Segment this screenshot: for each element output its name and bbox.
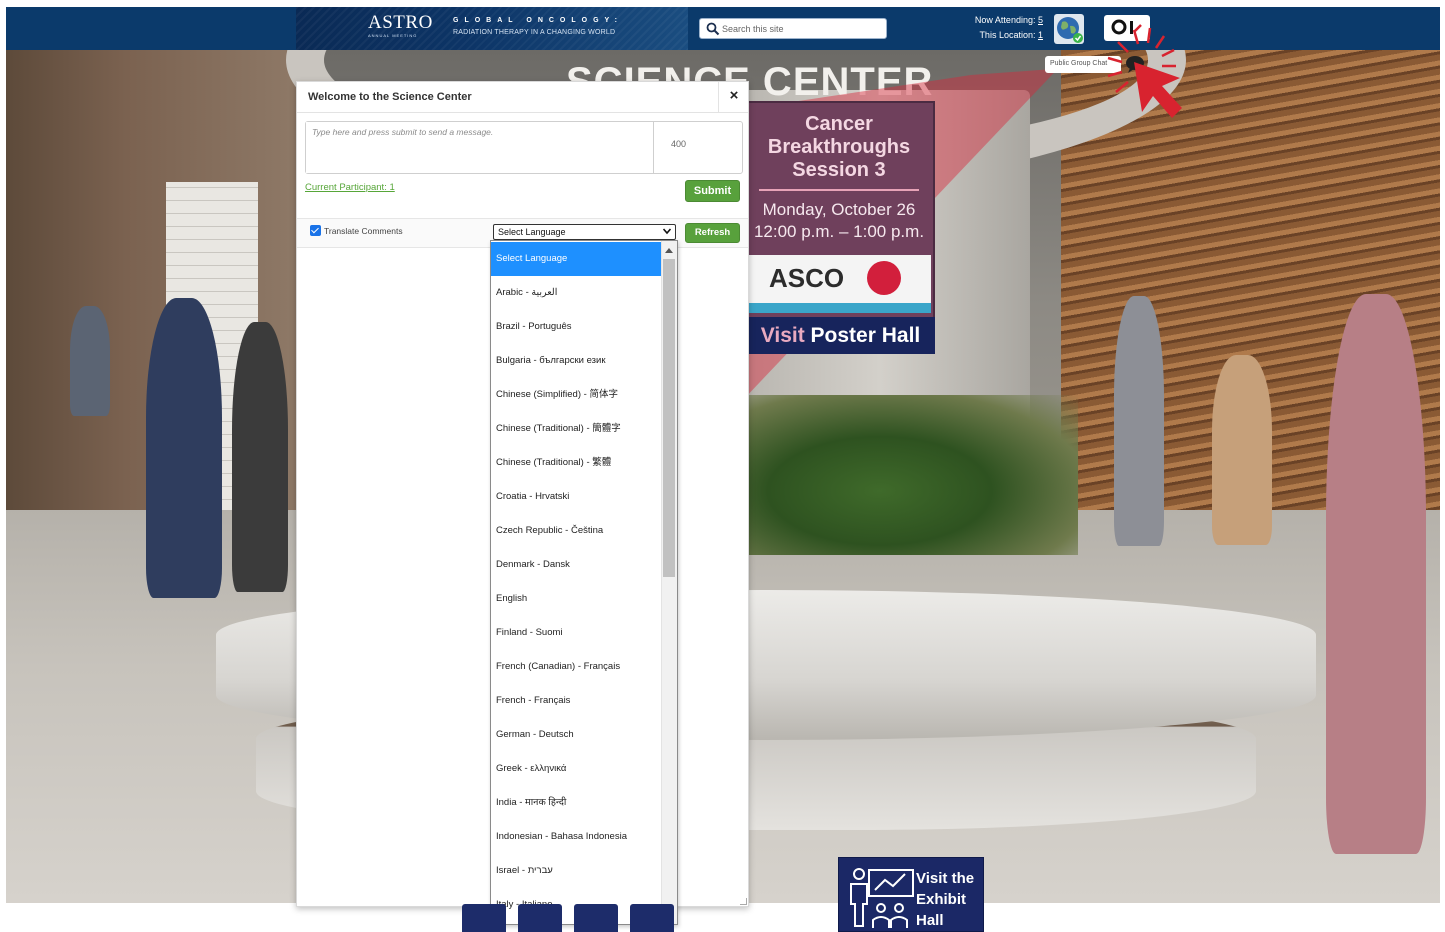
visit-exhibit-hall-button[interactable]: Visit the Exhibit Hall bbox=[838, 857, 984, 932]
meeting-theme-heading: GLOBAL ONCOLOGY: bbox=[453, 17, 624, 24]
virtual-meeting-screen: ASTRO ANNUAL MEETING GLOBAL ONCOLOGY: RA… bbox=[0, 0, 1445, 932]
person-figure bbox=[232, 322, 288, 592]
visit-poster-hall-button[interactable]: Visit Poster Hall bbox=[746, 317, 935, 354]
now-attending-count-link[interactable]: 5 bbox=[1038, 15, 1043, 25]
resize-handle[interactable] bbox=[740, 898, 747, 905]
language-select-value: Select Language bbox=[498, 227, 566, 237]
language-option[interactable]: Bulgaria - български език bbox=[491, 344, 661, 378]
billboard-title-line: Cancer bbox=[805, 113, 873, 135]
translate-comments-checkbox[interactable] bbox=[310, 225, 321, 236]
chevron-down-icon bbox=[663, 228, 671, 235]
bottom-navigation bbox=[462, 904, 682, 932]
presentation-icon[interactable] bbox=[574, 904, 618, 932]
scroll-up-arrow-icon[interactable] bbox=[665, 248, 673, 253]
character-counter: 400 bbox=[653, 122, 742, 173]
billboard-divider bbox=[759, 189, 919, 191]
exhibit-button-label: Visit the Exhibit Hall bbox=[916, 868, 974, 931]
language-option[interactable]: Select Language bbox=[491, 242, 661, 276]
language-option[interactable]: German - Deutsch bbox=[491, 718, 661, 752]
message-input[interactable] bbox=[306, 122, 653, 173]
meeting-theme-subheading: RADIATION THERAPY IN A CHANGING WORLD bbox=[453, 29, 616, 36]
billboard-schedule: Monday, October 26 12:00 p.m. – 1:00 p.m… bbox=[745, 199, 933, 243]
billboard-strip bbox=[749, 303, 931, 313]
language-option[interactable]: French - Français bbox=[491, 684, 661, 718]
person-figure bbox=[1326, 294, 1426, 854]
exhibit-label-line: Visit the bbox=[916, 870, 975, 887]
language-option[interactable]: Croatia - Hrvatski bbox=[491, 480, 661, 514]
planter bbox=[748, 395, 1078, 555]
chat-dialog-title: Welcome to the Science Center bbox=[308, 91, 472, 103]
badge-icon[interactable] bbox=[518, 904, 562, 932]
language-select[interactable]: Select Language bbox=[493, 224, 676, 240]
this-location-count-link[interactable]: 1 bbox=[1038, 30, 1043, 40]
search-icon bbox=[706, 22, 720, 36]
language-option[interactable]: India - मानक हिन्दी bbox=[491, 786, 661, 820]
exhibit-presentation-icon bbox=[850, 868, 914, 928]
person-figure bbox=[1212, 355, 1272, 545]
language-option[interactable]: Arabic - العربية bbox=[491, 276, 661, 310]
language-option[interactable]: Chinese (Traditional) - 繁體 bbox=[491, 446, 661, 480]
exhibit-label-line: Exhibit bbox=[916, 891, 967, 908]
billboard-title-line: Session 3 bbox=[792, 159, 886, 181]
site-search[interactable] bbox=[699, 18, 887, 39]
now-attending-label: Now Attending: bbox=[974, 15, 1036, 25]
dropdown-scroll-thumb[interactable] bbox=[663, 259, 675, 577]
language-option[interactable]: Greek - ελληνικά bbox=[491, 752, 661, 786]
asco-flame-icon bbox=[867, 261, 901, 295]
astro-logo: ASTRO bbox=[368, 12, 433, 33]
sponsor-name: ASCO bbox=[769, 263, 845, 293]
language-option[interactable]: English bbox=[491, 582, 661, 616]
language-dropdown-list: Select Language Arabic - العربية Brazil … bbox=[490, 240, 678, 925]
poster-button-label: Poster Hall bbox=[810, 324, 921, 347]
chat-dialog-header: Welcome to the Science Center × bbox=[297, 82, 748, 113]
translate-comments-label: Translate Comments bbox=[324, 226, 403, 236]
close-button[interactable]: × bbox=[718, 82, 749, 112]
message-composer: 400 bbox=[305, 121, 743, 174]
person-figure bbox=[1114, 296, 1164, 546]
billboard-title: Cancer Breakthroughs Session 3 bbox=[745, 113, 933, 182]
globe-attendees-icon[interactable] bbox=[1053, 13, 1085, 45]
language-option[interactable]: Finland - Suomi bbox=[491, 616, 661, 650]
language-option[interactable]: Czech Republic - Čeština bbox=[491, 514, 661, 548]
language-option[interactable]: Denmark - Dansk bbox=[491, 548, 661, 582]
language-option[interactable]: Indonesian - Bahasa Indonesia bbox=[491, 820, 661, 854]
now-attending: Now Attending: 5 bbox=[948, 15, 1043, 25]
language-option[interactable]: Israel - עברית bbox=[491, 854, 661, 888]
this-location-label: This Location: bbox=[979, 30, 1036, 40]
brand-banner[interactable]: ASTRO ANNUAL MEETING GLOBAL ONCOLOGY: RA… bbox=[296, 7, 688, 50]
person-figure bbox=[70, 306, 110, 416]
billboard-title-line: Breakthroughs bbox=[767, 136, 911, 158]
agenda-icon[interactable] bbox=[630, 904, 674, 932]
sponsor-logo: ASCO bbox=[749, 255, 931, 303]
this-location: This Location: 1 bbox=[948, 30, 1043, 40]
cursor-highlight-icon bbox=[1107, 27, 1182, 118]
map-pin-icon[interactable] bbox=[462, 904, 506, 932]
language-option[interactable]: Chinese (Traditional) - 簡體字 bbox=[491, 412, 661, 446]
refresh-button[interactable]: Refresh bbox=[685, 223, 740, 243]
billboard-date: Monday, October 26 bbox=[762, 200, 916, 219]
language-option[interactable]: Chinese (Simplified) - 简体字 bbox=[491, 378, 661, 412]
language-option[interactable]: French (Canadian) - Français bbox=[491, 650, 661, 684]
language-option[interactable]: Brazil - Português bbox=[491, 310, 661, 344]
astro-logo-subtitle: ANNUAL MEETING bbox=[368, 33, 418, 38]
person-figure bbox=[146, 298, 222, 598]
current-participants-link[interactable]: Current Participant: 1 bbox=[305, 182, 395, 193]
poster-button-prefix: Visit bbox=[760, 324, 805, 347]
submit-button[interactable]: Submit bbox=[685, 180, 740, 202]
billboard-time: 12:00 p.m. – 1:00 p.m. bbox=[753, 222, 925, 241]
search-input[interactable] bbox=[722, 20, 882, 38]
exhibit-label-line: Hall bbox=[916, 912, 944, 929]
